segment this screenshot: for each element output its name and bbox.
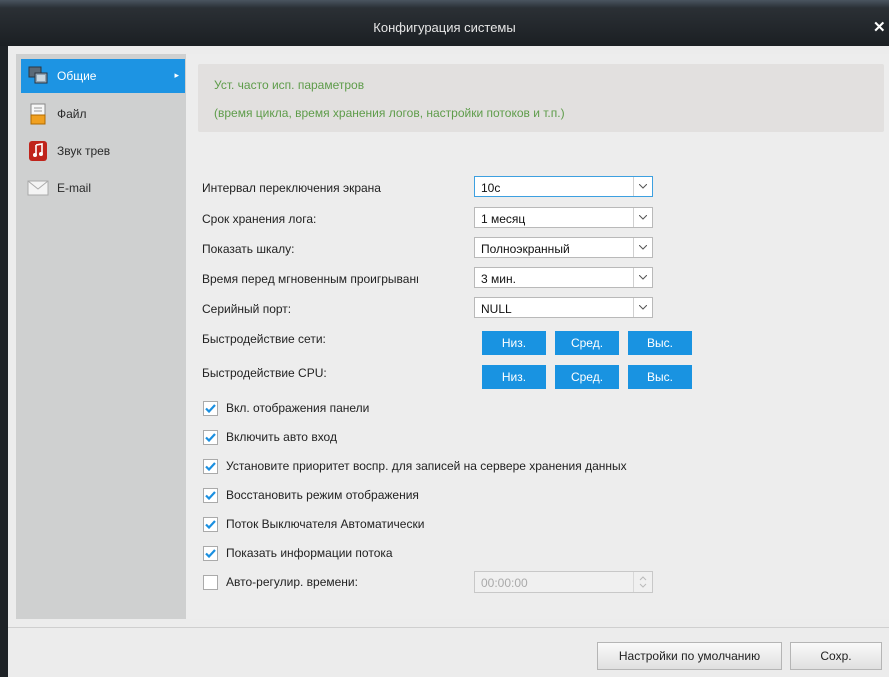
checkbox-label: Авто-регулир. времени:: [226, 575, 358, 589]
auto-time-row: Авто-регулир. времени:: [203, 573, 358, 591]
checkbox-label: Восстановить режим отображения: [226, 488, 419, 502]
network-high-button[interactable]: Выс.: [628, 331, 692, 355]
check-icon: [205, 519, 216, 529]
time-value: 00:00:00: [481, 576, 528, 590]
network-low-button[interactable]: Низ.: [482, 331, 546, 355]
sidebar-item-label: Звук трев: [57, 144, 111, 158]
sidebar-item-label: E-mail: [57, 181, 92, 195]
playback-priority-checkbox[interactable]: [203, 458, 218, 474]
restore-defaults-button[interactable]: Настройки по умолчанию: [597, 642, 782, 670]
restore-view-row: Восстановить режим отображения: [203, 486, 419, 504]
cpu-high-button[interactable]: Выс.: [628, 365, 692, 389]
show-scale-select[interactable]: Полноэкранный: [474, 237, 653, 258]
playback-priority-row: Установите приоритет воспр. для записей …: [203, 457, 627, 475]
chevron-down-icon: [633, 238, 652, 257]
select-value: NULL: [481, 302, 512, 316]
restore-view-checkbox[interactable]: [203, 487, 218, 503]
sidebar: Общие ▸ Файл Звук трев E-mail: [16, 54, 186, 619]
cpu-low-button[interactable]: Низ.: [482, 365, 546, 389]
auto-switch-stream-row: Поток Выключателя Автоматически: [203, 515, 424, 533]
settings-panel: Уст. часто исп. параметров (время цикла,…: [186, 54, 889, 619]
close-icon[interactable]: ✕: [873, 18, 889, 36]
title-bar: Конфигурация системы ✕: [0, 8, 889, 46]
check-icon: [205, 490, 216, 500]
stream-info-checkbox[interactable]: [203, 545, 218, 561]
alarm-sound-icon: [25, 138, 51, 164]
auto-switch-stream-checkbox[interactable]: [203, 516, 218, 532]
auto-time-checkbox[interactable]: [203, 574, 218, 590]
show-panel-checkbox[interactable]: [203, 400, 218, 416]
check-icon: [205, 432, 216, 442]
check-icon: [205, 461, 216, 471]
checkbox-label: Установите приоритет воспр. для записей …: [226, 459, 627, 473]
chevron-down-icon: [633, 298, 652, 317]
instant-playback-select[interactable]: 3 мин.: [474, 267, 653, 288]
sidebar-item-file[interactable]: Файл: [21, 97, 185, 131]
sidebar-item-general[interactable]: Общие ▸: [21, 59, 185, 93]
checkbox-label: Показать информации потока: [226, 546, 393, 560]
log-retention-select[interactable]: 1 месяц: [474, 207, 653, 228]
info-line-1: Уст. часто исп. параметров: [214, 78, 365, 92]
mail-icon: [25, 175, 51, 201]
checkbox-label: Включить авто вход: [226, 430, 337, 444]
chevron-down-icon: [633, 268, 652, 287]
file-icon: [25, 101, 51, 127]
select-value: 10с: [481, 181, 501, 195]
select-value: 1 месяц: [481, 212, 526, 226]
auto-login-row: Включить авто вход: [203, 428, 337, 446]
checkbox-label: Вкл. отображения панели: [226, 401, 370, 415]
stream-info-row: Показать информации потока: [203, 544, 393, 562]
footer-divider: [8, 627, 889, 628]
checkbox-label: Поток Выключателя Автоматически: [226, 517, 425, 531]
sidebar-item-label: Файл: [57, 107, 87, 121]
serial-port-label: Серийный порт:: [202, 302, 292, 316]
select-value: Полноэкранный: [481, 242, 570, 256]
check-icon: [205, 403, 216, 413]
spinner-icon[interactable]: [633, 572, 652, 592]
save-button[interactable]: Сохр.: [790, 642, 882, 670]
network-medium-button[interactable]: Сред.: [555, 331, 619, 355]
auto-login-checkbox[interactable]: [203, 429, 218, 445]
sidebar-item-alarm-sound[interactable]: Звук трев: [21, 134, 185, 168]
dialog-body: Общие ▸ Файл Звук трев E-mail Уст. часто…: [8, 46, 889, 677]
check-icon: [205, 548, 216, 558]
serial-port-select[interactable]: NULL: [474, 297, 653, 318]
auto-time-input[interactable]: 00:00:00: [474, 571, 653, 593]
log-retention-label: Срок хранения лога:: [202, 212, 317, 226]
chevron-down-icon: [633, 208, 652, 227]
cpu-medium-button[interactable]: Сред.: [555, 365, 619, 389]
screen-interval-select[interactable]: 10с: [474, 176, 653, 197]
top-strip: [0, 0, 889, 8]
cpu-performance-label: Быстродействие CPU:: [202, 366, 327, 380]
sidebar-item-email[interactable]: E-mail: [21, 171, 185, 205]
sidebar-item-label: Общие: [57, 69, 97, 83]
instant-playback-label: Время перед мгновенным проигрыванием: [202, 272, 418, 286]
show-scale-label: Показать шкалу:: [202, 242, 295, 256]
chevron-down-icon: [633, 177, 652, 196]
info-box: Уст. часто исп. параметров (время цикла,…: [198, 64, 884, 132]
screen-interval-label: Интервал переключения экрана: [202, 181, 381, 195]
info-line-2: (время цикла, время хранения логов, наст…: [214, 106, 565, 120]
network-performance-label: Быстродействие сети:: [202, 332, 326, 346]
chevron-right-icon: ▸: [174, 70, 179, 80]
window-title: Конфигурация системы: [373, 20, 516, 35]
show-panel-row: Вкл. отображения панели: [203, 399, 369, 417]
monitor-icon: [25, 63, 51, 89]
select-value: 3 мин.: [481, 272, 516, 286]
